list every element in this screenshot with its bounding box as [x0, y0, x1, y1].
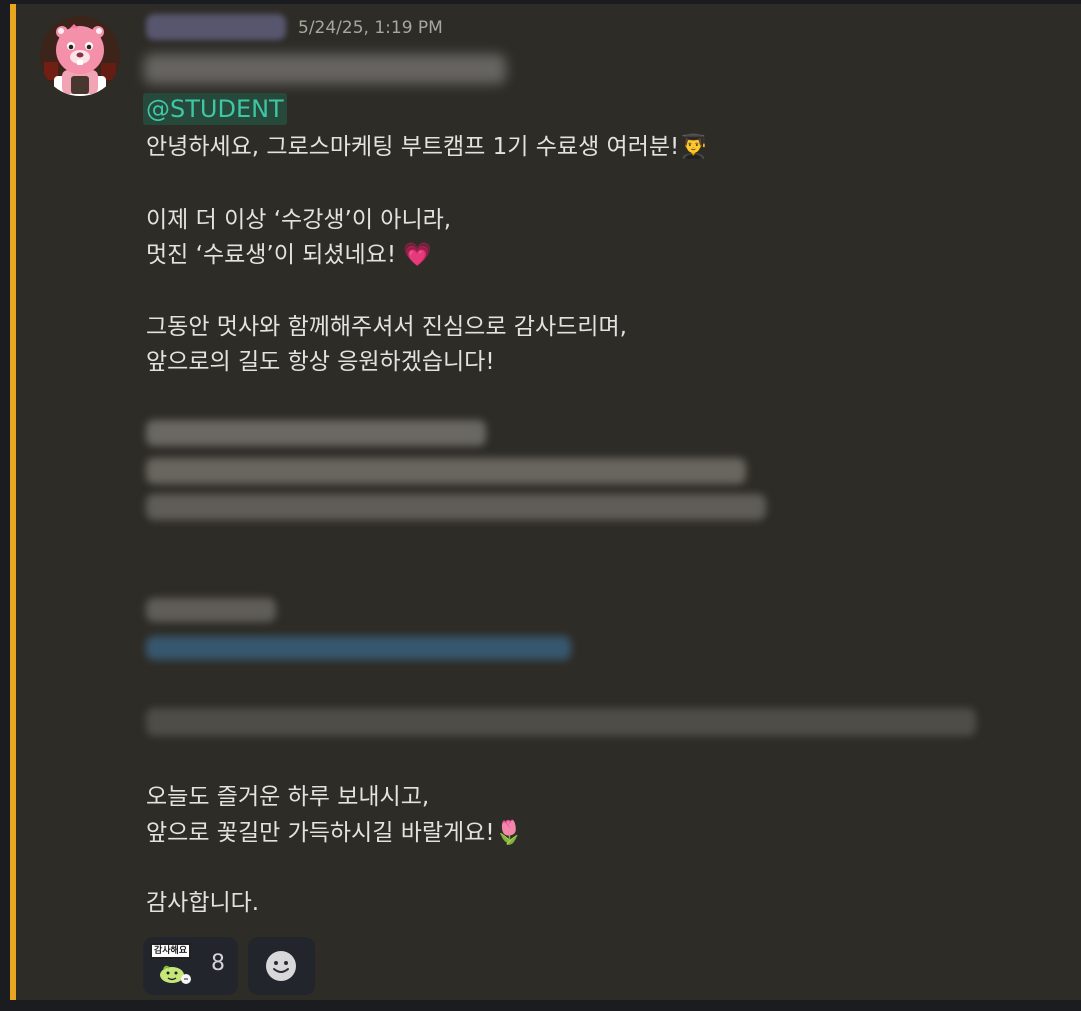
- message-line-7: 앞으로 꽃길만 가득하시길 바랄게요!🌷: [146, 820, 524, 846]
- blurred-text-4: [146, 708, 976, 736]
- message-card: 5/24/25, 1:19 PM @STUDENT 안녕하세요, 그로스마케팅 …: [10, 4, 1081, 1000]
- message-line-5: 앞으로의 길도 항상 응원하겠습니다!: [146, 349, 495, 375]
- message-line-1: 안녕하세요, 그로스마케팅 부트캠프 1기 수료생 여러분!👨‍🎓: [146, 134, 708, 160]
- sticker-label: 감사해요: [150, 943, 192, 959]
- message-timestamp: 5/24/25, 1:19 PM: [298, 18, 443, 38]
- blurred-label: [146, 598, 276, 622]
- subtitle-blurred: [144, 54, 506, 84]
- add-reaction-button[interactable]: [248, 937, 315, 995]
- blurred-text-3: [146, 494, 766, 520]
- blurred-text-2: [146, 458, 746, 484]
- blurred-text-1: [146, 420, 486, 446]
- pink-beaver-avatar-icon: [40, 16, 120, 96]
- thank-you-sticker-icon: [160, 965, 191, 984]
- thank-you-reaction[interactable]: 감사해요 8: [143, 937, 238, 995]
- message-line-2: 이제 더 이상 ‘수강생’이 아니라,: [146, 207, 452, 233]
- smile-icon: [266, 951, 296, 981]
- blurred-link[interactable]: [146, 636, 571, 660]
- student-mention[interactable]: @STUDENT: [143, 93, 287, 125]
- reaction-count: 8: [211, 951, 225, 976]
- message-line-3: 멋진 ‘수료생’이 되셨네요! 💗: [146, 242, 433, 268]
- message-line-6: 오늘도 즐거운 하루 보내시고,: [146, 784, 430, 810]
- message-line-8: 감사합니다.: [146, 890, 260, 916]
- user-avatar[interactable]: [40, 16, 120, 96]
- username-blurred[interactable]: [146, 14, 286, 40]
- message-line-4: 그동안 멋사와 함께해주셔서 진심으로 감사드리며,: [146, 314, 627, 340]
